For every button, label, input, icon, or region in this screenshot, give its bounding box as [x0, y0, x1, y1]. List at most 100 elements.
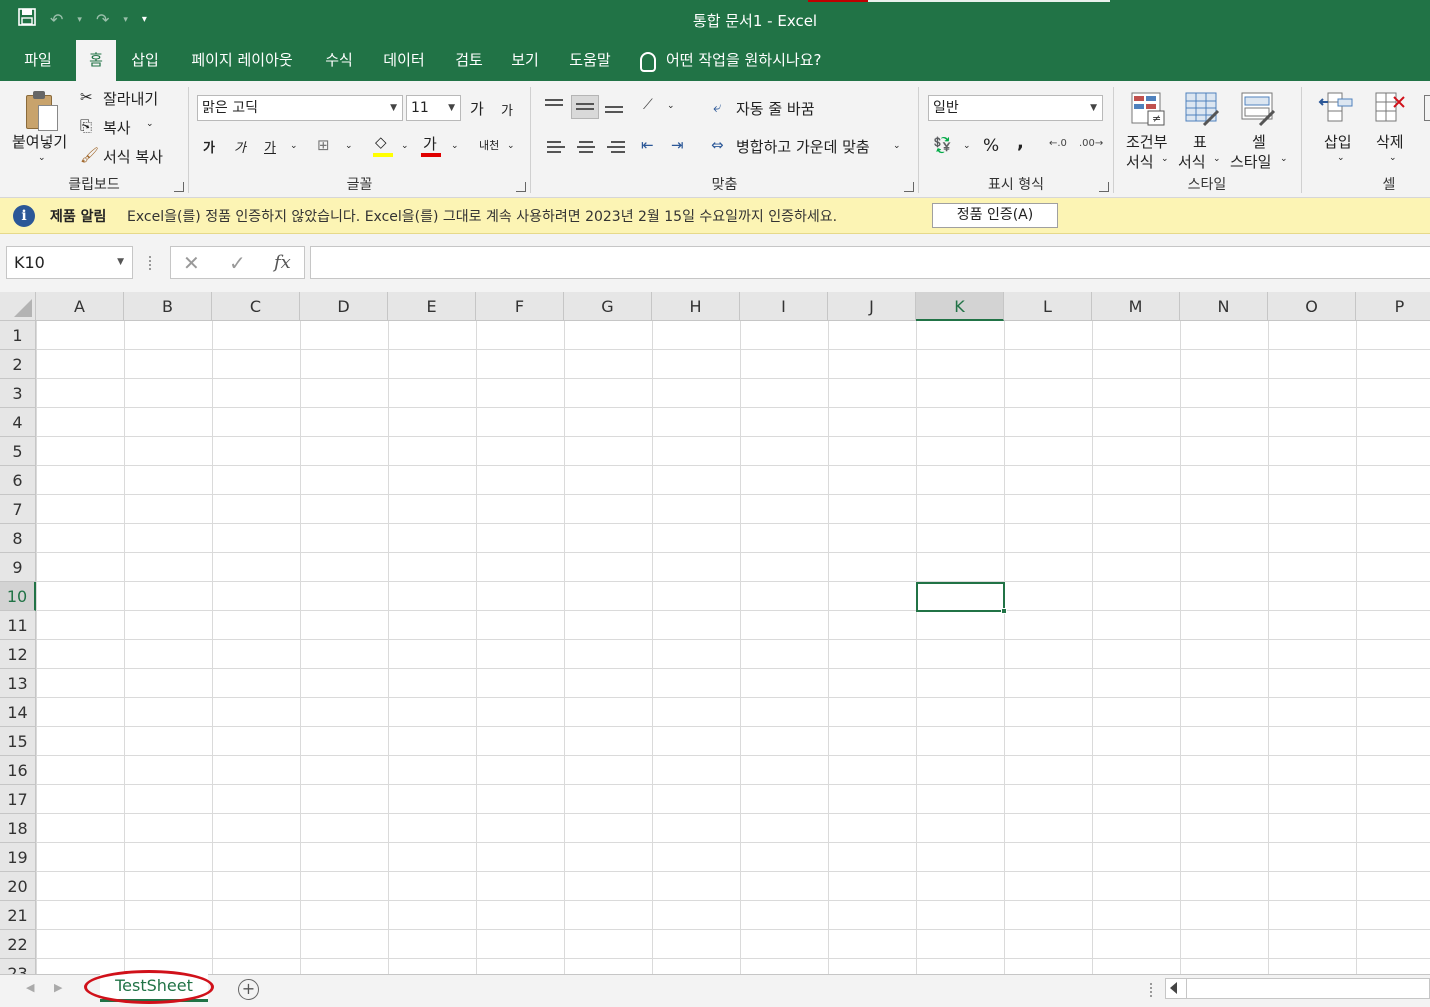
underline-dropdown-icon[interactable]: ⌄	[290, 141, 298, 151]
tab-insert[interactable]: 삽입	[122, 40, 168, 81]
tab-page-layout[interactable]: 페이지 레이아웃	[180, 40, 304, 81]
font-color-icon[interactable]: 가	[421, 133, 441, 157]
column-header[interactable]: N	[1180, 292, 1268, 321]
tab-formulas[interactable]: 수식	[316, 40, 362, 81]
delete-dropdown-icon[interactable]: ⌄	[1389, 153, 1397, 163]
fill-color-icon[interactable]: ◇	[373, 133, 393, 157]
column-header[interactable]: I	[740, 292, 828, 321]
align-middle-icon[interactable]	[571, 95, 599, 119]
row-header[interactable]: 8	[0, 524, 36, 553]
row-header[interactable]: 14	[0, 698, 36, 727]
column-header[interactable]: A	[36, 292, 124, 321]
horizontal-scrollbar[interactable]	[1165, 978, 1430, 999]
row-header[interactable]: 13	[0, 669, 36, 698]
row-header[interactable]: 17	[0, 785, 36, 814]
tab-split-handle[interactable]	[1150, 983, 1153, 997]
font-launcher-icon[interactable]	[516, 182, 526, 192]
column-header[interactable]: E	[388, 292, 476, 321]
comma-style-button[interactable]: ,	[1017, 132, 1024, 153]
orientation-icon[interactable]: ⟋	[643, 97, 653, 113]
activate-button[interactable]: 정품 인증(A)	[932, 203, 1058, 228]
add-sheet-icon[interactable]: +	[238, 979, 259, 1000]
grow-font-button[interactable]: 가	[470, 98, 484, 119]
cell-styles-button[interactable]: 셀	[1252, 131, 1266, 152]
italic-button[interactable]: 가	[234, 137, 246, 156]
bold-button[interactable]: 가	[203, 137, 215, 156]
row-header[interactable]: 2	[0, 350, 36, 379]
column-header[interactable]: H	[652, 292, 740, 321]
active-cell[interactable]	[916, 582, 1005, 612]
copy-button[interactable]: 복사	[103, 117, 131, 138]
column-header[interactable]: J	[828, 292, 916, 321]
column-header[interactable]: F	[476, 292, 564, 321]
insert-function-icon[interactable]: fx	[274, 252, 291, 273]
tell-me-search[interactable]: 어떤 작업을 원하시나요?	[640, 40, 822, 81]
increase-indent-icon[interactable]: ⇥	[671, 136, 684, 154]
row-header[interactable]: 23	[0, 959, 36, 974]
enter-icon[interactable]: ✓	[229, 251, 246, 275]
row-header[interactable]: 7	[0, 495, 36, 524]
scroll-left-icon[interactable]	[1170, 982, 1177, 994]
align-right-icon[interactable]	[607, 141, 625, 155]
conditional-dropdown-icon[interactable]: ⌄	[1161, 154, 1169, 164]
tab-home[interactable]: 홈	[76, 40, 116, 81]
align-bottom-icon[interactable]	[605, 97, 625, 115]
row-header[interactable]: 6	[0, 466, 36, 495]
decrease-indent-icon[interactable]: ⇤	[641, 136, 654, 154]
align-center-icon[interactable]	[577, 141, 595, 155]
tab-review[interactable]: 검토	[446, 40, 492, 81]
clipboard-launcher-icon[interactable]	[174, 182, 184, 192]
wrap-text-button[interactable]: 자동 줄 바꿈	[736, 98, 815, 119]
conditional-formatting-button[interactable]: 조건부	[1126, 131, 1167, 152]
number-format-select[interactable]: 일반 ▼	[928, 95, 1103, 121]
format-painter-button[interactable]: 서식 복사	[103, 146, 163, 167]
align-top-icon[interactable]	[545, 97, 565, 111]
row-header[interactable]: 3	[0, 379, 36, 408]
row-header[interactable]: 4	[0, 408, 36, 437]
table-dropdown-icon[interactable]: ⌄	[1213, 154, 1221, 164]
formula-bar-resize-handle[interactable]	[149, 256, 152, 270]
phonetic-guide-icon[interactable]: 내천	[479, 137, 499, 153]
row-header[interactable]: 12	[0, 640, 36, 669]
delete-cells-button[interactable]: 삭제	[1376, 131, 1404, 152]
align-left-icon[interactable]	[547, 141, 565, 155]
name-box[interactable]: K10 ▼	[6, 246, 133, 279]
column-header[interactable]: B	[124, 292, 212, 321]
tab-view[interactable]: 보기	[502, 40, 548, 81]
column-header[interactable]: O	[1268, 292, 1356, 321]
column-header[interactable]: P	[1356, 292, 1430, 321]
column-header[interactable]: G	[564, 292, 652, 321]
format-as-table-button[interactable]: 표	[1193, 131, 1207, 152]
tab-help[interactable]: 도움말	[560, 40, 620, 81]
row-header[interactable]: 16	[0, 756, 36, 785]
cancel-icon[interactable]: ✕	[183, 251, 200, 275]
shrink-font-button[interactable]: 가	[501, 100, 513, 119]
number-launcher-icon[interactable]	[1099, 182, 1109, 192]
copy-dropdown-icon[interactable]: ⌄	[146, 119, 154, 129]
column-header[interactable]: L	[1004, 292, 1092, 321]
orientation-dropdown-icon[interactable]: ⌄	[667, 101, 675, 111]
tab-data[interactable]: 데이터	[374, 40, 434, 81]
chevron-down-icon[interactable]: ▼	[117, 247, 124, 278]
column-header[interactable]: K	[916, 292, 1004, 321]
scroll-sheets-right-icon[interactable]: ▶	[54, 981, 62, 994]
fill-handle[interactable]	[1001, 608, 1007, 614]
paste-button[interactable]: 붙여넣기	[12, 131, 67, 152]
insert-dropdown-icon[interactable]: ⌄	[1337, 153, 1345, 163]
row-header[interactable]: 9	[0, 553, 36, 582]
borders-icon[interactable]: ⊞	[317, 136, 330, 154]
accounting-dropdown-icon[interactable]: ⌄	[963, 141, 971, 151]
merge-dropdown-icon[interactable]: ⌄	[893, 141, 901, 151]
row-header[interactable]: 1	[0, 321, 36, 350]
row-header[interactable]: 15	[0, 727, 36, 756]
cut-button[interactable]: 잘라내기	[103, 88, 158, 109]
paste-icon[interactable]	[24, 89, 60, 133]
fill-color-dropdown-icon[interactable]: ⌄	[401, 141, 409, 151]
borders-dropdown-icon[interactable]: ⌄	[345, 141, 353, 151]
row-header[interactable]: 5	[0, 437, 36, 466]
merge-center-button[interactable]: 병합하고 가운데 맞춤	[736, 136, 870, 157]
select-all-button[interactable]	[0, 292, 36, 321]
row-header[interactable]: 10	[0, 582, 36, 611]
font-size-select[interactable]: 11 ▼	[406, 95, 461, 121]
decrease-decimal-icon[interactable]: .00→	[1079, 138, 1103, 149]
